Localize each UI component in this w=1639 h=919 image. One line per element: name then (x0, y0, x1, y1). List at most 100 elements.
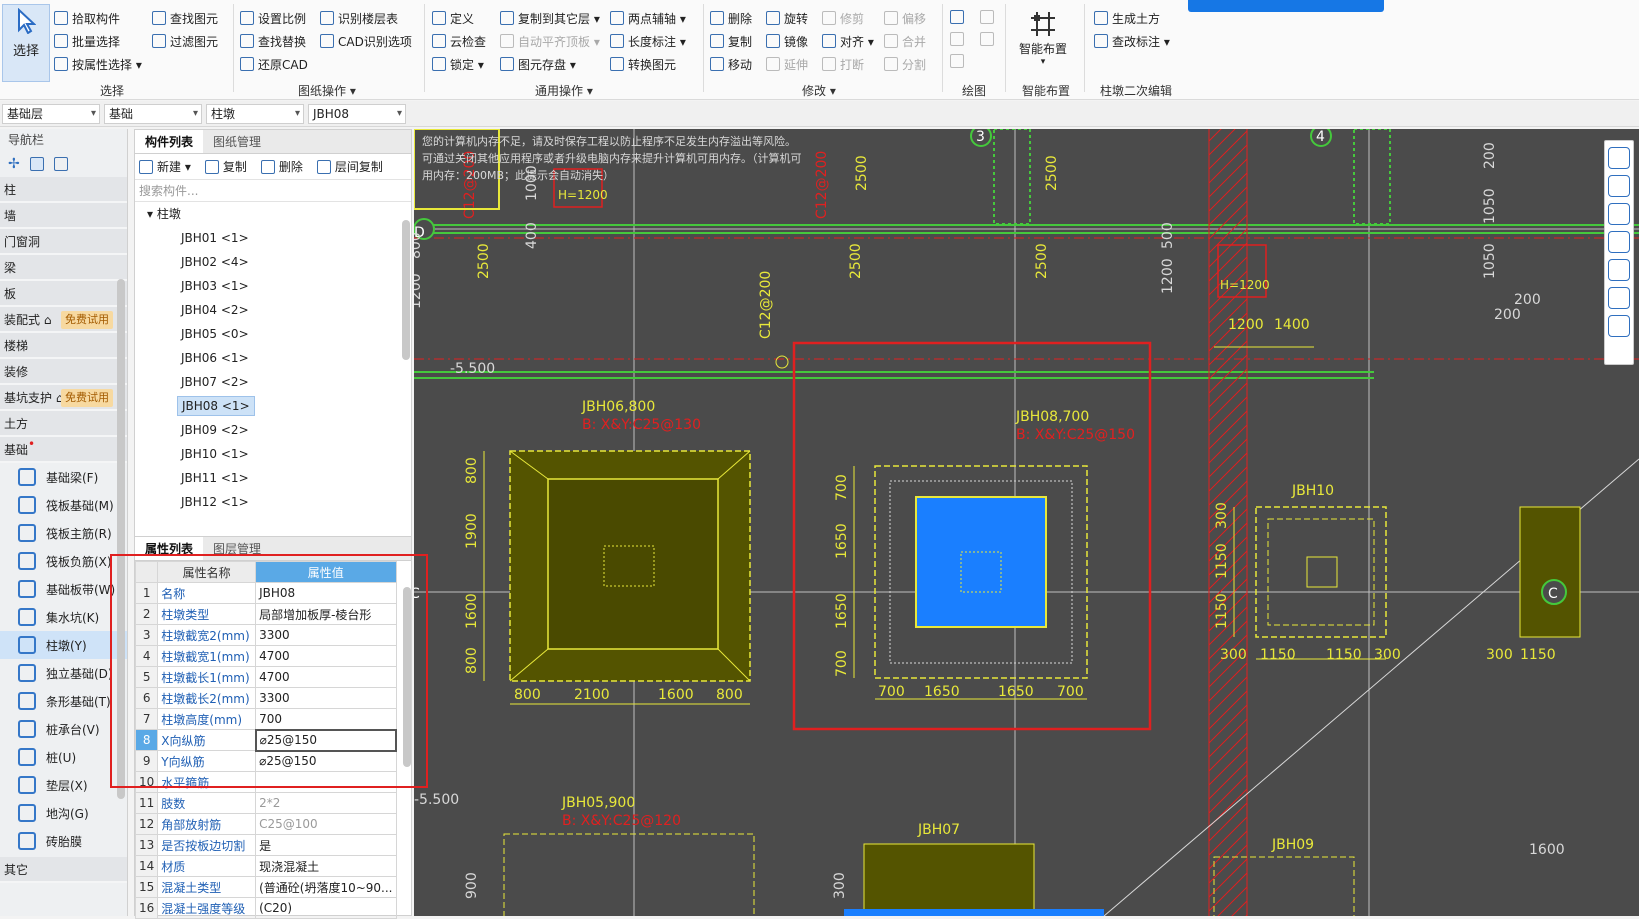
auto-align-top-slab-button[interactable]: 自动平齐顶板 ▾ (500, 31, 600, 51)
two-point-axis-button[interactable]: 两点辅轴 ▾ (610, 8, 686, 28)
nav-category-wall[interactable]: 墙 (0, 203, 127, 229)
nav-category-slab[interactable]: 板 (0, 281, 127, 307)
list-item[interactable]: JBH04 <2> (135, 298, 411, 322)
table-row[interactable]: 13 是否按板边切割是 (134, 834, 397, 856)
display-settings-icon[interactable] (1608, 287, 1630, 309)
list-item[interactable]: JBH12 <1> (135, 490, 411, 514)
select-by-property-button[interactable]: 按属性选择 ▾ (54, 54, 142, 74)
nav-sub-foundation-beam[interactable]: 基础梁(F) (0, 463, 127, 491)
property-value[interactable]: C25@100 (255, 813, 397, 835)
top-blue-tab[interactable] (1188, 0, 1384, 12)
3d-view-icon[interactable] (1608, 175, 1630, 197)
nav-sub-pile-cap[interactable]: 桩承台(V) (0, 715, 127, 743)
split-button[interactable]: 分割 (884, 54, 926, 74)
set-scale-button[interactable]: 设置比例 (240, 8, 308, 28)
cad-drawing[interactable]: D 3 4 C C -5.500 -5.500 JBH06,800 B: X&Y… (414, 129, 1639, 916)
property-value[interactable]: 是 (255, 834, 397, 856)
component-select[interactable]: JBH08 (308, 104, 406, 124)
restore-cad-button[interactable]: 还原CAD (240, 54, 308, 74)
list-item[interactable]: JBH06 <1> (135, 346, 411, 370)
select-big-button[interactable]: 选择 (2, 4, 50, 82)
find-element-button[interactable]: 查找图元 (152, 8, 218, 28)
nav-sub-brick-mold[interactable]: 砖胎膜 (0, 827, 127, 855)
nav-sub-raft[interactable]: 筏板基础(M) (0, 491, 127, 519)
rect-draw-icon[interactable] (980, 32, 994, 46)
nav-sub-cushion[interactable]: 垫层(X) (0, 771, 127, 799)
nav-sub-slab-band[interactable]: 基础板带(W) (0, 575, 127, 603)
nav-category-pit-support[interactable]: 基坑支护 ⌂ 免费试用 (0, 385, 127, 411)
detail-view-icon[interactable] (53, 157, 68, 171)
tab-drawing-management[interactable]: 图纸管理 (203, 130, 271, 153)
line-draw-icon[interactable] (950, 32, 964, 46)
copy-button[interactable]: 复制 (710, 31, 752, 51)
new-component-button[interactable]: 新建 ▾ (139, 157, 191, 177)
cube-view-icon[interactable] (1608, 203, 1630, 225)
nav-sub-trench[interactable]: 地沟(G) (0, 799, 127, 827)
nav-sub-sump[interactable]: 集水坑(K) (0, 603, 127, 631)
convert-element-button[interactable]: 转换图元 (610, 54, 686, 74)
interfloor-copy-button[interactable]: 层间复制 (316, 157, 383, 177)
component-search-input[interactable]: 搜索构件... (135, 180, 411, 202)
nav-category-door-window[interactable]: 门窗洞 (0, 229, 127, 255)
pier-jbh08[interactable] (874, 465, 1088, 679)
nav-sub-pier[interactable]: 柱墩(Y) (0, 631, 127, 659)
table-row[interactable]: 12 角部放射筋 C25@100 (134, 813, 397, 835)
nav-category-earthwork[interactable]: 土方 (0, 411, 127, 437)
save-element-button[interactable]: 图元存盘 ▾ (500, 54, 600, 74)
nav-category-column[interactable]: 柱 (0, 177, 127, 203)
list-item[interactable]: JBH02 <4> (135, 250, 411, 274)
mirror-button[interactable]: 镜像 (766, 31, 808, 51)
arc-draw-icon[interactable] (950, 54, 964, 68)
list-item[interactable]: JBH07 <2> (135, 370, 411, 394)
merge-button[interactable]: 合并 (884, 31, 926, 51)
list-item[interactable]: JBH09 <2> (135, 418, 411, 442)
trim-button[interactable]: 修剪 (822, 8, 874, 28)
table-row[interactable]: 11 肢数 2*2 (134, 792, 397, 814)
property-value[interactable]: 现浇混凝土 (255, 855, 397, 877)
rotate-button[interactable]: 旋转 (766, 8, 808, 28)
nav-sub-pile[interactable]: 桩(U) (0, 743, 127, 771)
delete-button[interactable]: 删除 (710, 8, 752, 28)
copy-component-button[interactable]: 复制 (204, 157, 247, 177)
table-row[interactable]: 15 混凝土类型 (普通砼(坍落度10~90... (134, 876, 397, 898)
filter-element-button[interactable]: 过滤图元 (152, 31, 218, 51)
type-select[interactable]: 柱墩 (206, 104, 304, 124)
list-item[interactable]: JBH05 <0> (135, 322, 411, 346)
edit-annotation-button[interactable]: 查改标注 ▾ (1094, 31, 1170, 51)
category-select[interactable]: 基础 (104, 104, 202, 124)
tab-component-list[interactable]: 构件列表 (135, 130, 204, 153)
pick-component-button[interactable]: 拾取构件 (54, 8, 142, 28)
floor-select[interactable]: 基础层 (2, 104, 100, 124)
tree-root[interactable]: ▾ 柱墩 (135, 202, 411, 226)
lock-button[interactable]: 锁定 ▾ (432, 54, 486, 74)
nav-sub-raft-neg-rebar[interactable]: 筏板负筋(X) (0, 547, 127, 575)
orbit-icon[interactable] (1608, 147, 1630, 169)
list-item[interactable]: JBH03 <1> (135, 274, 411, 298)
pier-jbh06[interactable] (509, 450, 751, 682)
smart-layout-button[interactable]: 智能布置 ▾ (1012, 8, 1074, 67)
length-dimension-button[interactable]: 长度标注 ▾ (610, 31, 686, 51)
pier-jbh10[interactable] (1255, 506, 1387, 638)
property-value[interactable]: (普通砼(坍落度10~90... (255, 876, 397, 898)
nav-category-decoration[interactable]: 装修 (0, 359, 127, 385)
nav-sub-raft-main-rebar[interactable]: 筏板主筋(R) (0, 519, 127, 547)
offset-button[interactable]: 偏移 (884, 8, 926, 28)
pin-icon[interactable]: ✢ (8, 156, 20, 172)
pier-partial-right[interactable] (1519, 506, 1581, 638)
rotate-point-icon[interactable] (980, 10, 994, 24)
generate-earthwork-button[interactable]: 生成土方 (1094, 8, 1170, 28)
list-view-icon[interactable] (29, 157, 44, 171)
point-draw-icon[interactable] (950, 10, 964, 24)
extend-button[interactable]: 延伸 (766, 54, 808, 74)
fullscreen-icon[interactable] (1608, 259, 1630, 281)
batch-select-button[interactable]: 批量选择 (54, 31, 142, 51)
identify-floor-table-button[interactable]: 识别楼层表 (320, 8, 412, 28)
cloud-check-button[interactable]: 云检查 (432, 31, 486, 51)
pier-jbh05[interactable] (503, 833, 755, 916)
align-button[interactable]: 对齐 ▾ (822, 31, 874, 51)
property-value[interactable]: 2*2 (255, 792, 397, 814)
list-item-selected[interactable]: JBH08 <1> (135, 394, 411, 418)
nav-sub-isolated-footing[interactable]: 独立基础(D) (0, 659, 127, 687)
delete-component-button[interactable]: 删除 (260, 157, 303, 177)
list-item[interactable]: JBH01 <1> (135, 226, 411, 250)
